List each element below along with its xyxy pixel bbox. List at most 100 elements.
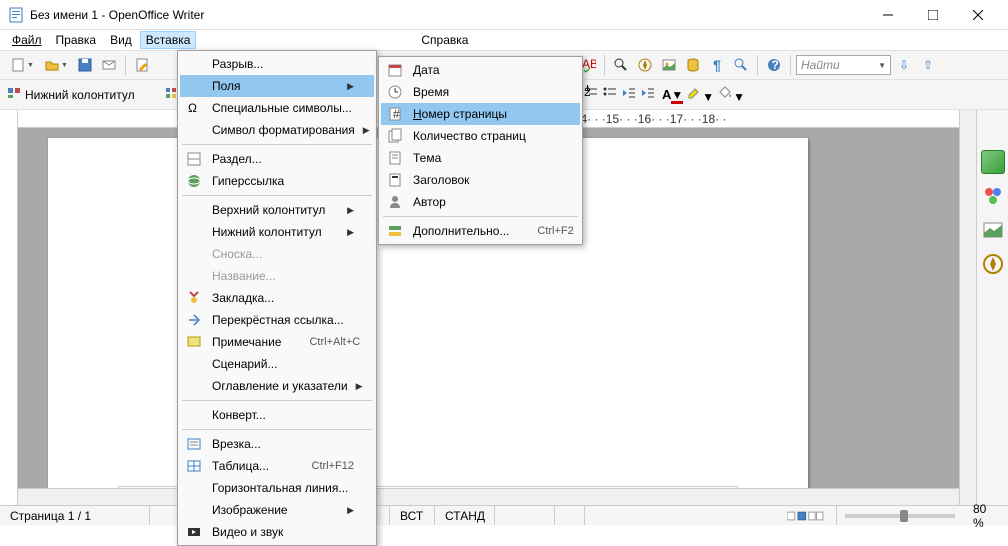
bookmark-icon (184, 290, 204, 306)
insert-hrule[interactable]: Горизонтальная линия... (180, 477, 374, 499)
insert-script[interactable]: Сценарий... (180, 353, 374, 375)
datasources-button[interactable] (682, 54, 704, 76)
gallery-button[interactable] (658, 54, 680, 76)
highlight-button[interactable]: ▼ (686, 85, 714, 104)
time-icon (385, 84, 405, 100)
vertical-scrollbar[interactable] (959, 110, 976, 505)
bg-color-button[interactable]: ▼ (717, 85, 745, 104)
media-icon (184, 524, 204, 540)
status-view-layout[interactable] (777, 506, 837, 525)
author-icon (385, 194, 405, 210)
svg-text:2: 2 (584, 85, 591, 99)
insert-table[interactable]: Таблица...Ctrl+F12 (180, 455, 374, 477)
statusbar: Страница 1 / 1 ВСТ СТАНД 80 % (0, 505, 1008, 525)
insert-break[interactable]: Разрыв... (180, 53, 374, 75)
field-subject[interactable]: Тема (381, 147, 580, 169)
field-other[interactable]: Дополнительно...Ctrl+F2 (381, 220, 580, 242)
menu-edit[interactable]: Правка (50, 31, 103, 49)
status-insert[interactable]: ВСТ (390, 506, 435, 525)
close-button[interactable] (955, 0, 1000, 29)
insert-caption[interactable]: Название... (180, 265, 374, 287)
app-icon (8, 7, 24, 23)
field-page-number[interactable]: #ННомер страницыомер страницы (381, 103, 580, 125)
section-icon (184, 151, 204, 167)
menu-insert[interactable]: Вставка (140, 31, 197, 49)
insert-envelope[interactable]: Конверт... (180, 404, 374, 426)
insert-note[interactable]: ПримечаниеCtrl+Alt+C (180, 331, 374, 353)
insert-footer[interactable]: Нижний колонтитул▶ (180, 221, 374, 243)
zoom-button[interactable] (730, 54, 752, 76)
field-page-count[interactable]: Количество страниц (381, 125, 580, 147)
side-properties-button[interactable] (981, 150, 1005, 174)
paragraph-style-combo[interactable]: Нижний колонтитул (25, 88, 160, 102)
find-prev-button[interactable]: ⇧ (917, 54, 939, 76)
find-input[interactable]: Найти▼ (796, 55, 891, 75)
svg-text:?: ? (772, 58, 779, 72)
email-button[interactable] (98, 54, 120, 76)
side-panel (976, 110, 1008, 505)
insert-frame[interactable]: Врезка... (180, 433, 374, 455)
styles-button[interactable] (6, 85, 22, 104)
side-styles-button[interactable] (981, 184, 1005, 208)
note-icon (184, 334, 204, 350)
save-button[interactable] (74, 54, 96, 76)
status-zoom[interactable]: 80 % (963, 506, 1008, 525)
zoom-slider[interactable] (845, 514, 955, 518)
insert-image[interactable]: Изображение▶ (180, 499, 374, 521)
edit-doc-button[interactable] (131, 54, 153, 76)
table-icon (184, 458, 204, 474)
field-author[interactable]: Автор (381, 191, 580, 213)
font-color-button[interactable]: A▼ (662, 87, 683, 102)
decrease-indent-button[interactable] (621, 85, 637, 104)
help-button[interactable]: ? (763, 54, 785, 76)
insert-dropdown: Разрыв... Поля▶ ΩСпециальные символы... … (177, 50, 377, 546)
find-next-button[interactable]: ⇩ (893, 54, 915, 76)
field-time[interactable]: Время (381, 81, 580, 103)
insert-hyperlink[interactable]: Гиперссылка (180, 170, 374, 192)
subject-icon (385, 150, 405, 166)
insert-header[interactable]: Верхний колонтитул▶ (180, 199, 374, 221)
horizontal-scrollbar[interactable] (18, 488, 959, 505)
insert-section[interactable]: Раздел... (180, 148, 374, 170)
insert-media[interactable]: Видео и звук (180, 521, 374, 543)
cross-ref-icon (184, 312, 204, 328)
insert-formatting-mark[interactable]: Символ форматирования▶ (180, 119, 374, 141)
other-fields-icon (385, 223, 405, 239)
bullet-list-button[interactable] (602, 85, 618, 104)
field-date[interactable]: Дата (381, 59, 580, 81)
numbered-list-button[interactable]: 12 (583, 85, 599, 104)
open-button[interactable]: ▼ (40, 54, 72, 76)
svg-text:Ω: Ω (188, 101, 197, 115)
minimize-button[interactable] (865, 0, 910, 29)
side-navigator-button[interactable] (981, 252, 1005, 276)
titlebar: Без имени 1 - OpenOffice Writer (0, 0, 1008, 30)
title-icon (385, 172, 405, 188)
insert-footnote[interactable]: Сноска... (180, 243, 374, 265)
field-title[interactable]: Заголовок (381, 169, 580, 191)
nonprinting-button[interactable]: ¶ (706, 54, 728, 76)
page-count-icon (385, 128, 405, 144)
navigator-button[interactable] (634, 54, 656, 76)
status-std[interactable]: СТАНД (435, 506, 495, 525)
page-number-icon: # (385, 106, 405, 122)
insert-cross-ref[interactable]: Перекрёстная ссылка... (180, 309, 374, 331)
insert-indexes[interactable]: Оглавление и указатели▶ (180, 375, 374, 397)
find-replace-button[interactable] (610, 54, 632, 76)
maximize-button[interactable] (910, 0, 955, 29)
date-icon (385, 62, 405, 78)
special-chars-icon: Ω (184, 100, 204, 116)
menu-view[interactable]: Вид (104, 31, 138, 49)
status-page[interactable]: Страница 1 / 1 (0, 506, 150, 525)
increase-indent-button[interactable] (640, 85, 656, 104)
new-button[interactable]: ▼ (6, 54, 38, 76)
svg-text:#: # (393, 107, 400, 121)
insert-bookmark[interactable]: Закладка... (180, 287, 374, 309)
window-title: Без имени 1 - OpenOffice Writer (30, 8, 865, 22)
insert-special-chars[interactable]: ΩСпециальные символы... (180, 97, 374, 119)
insert-fields[interactable]: Поля▶ (180, 75, 374, 97)
menu-file[interactable]: Файл (6, 31, 48, 49)
menu-help[interactable]: Справка (415, 31, 474, 49)
fields-submenu: Дата Время #ННомер страницыомер страницы… (378, 56, 583, 245)
side-gallery-button[interactable] (981, 218, 1005, 242)
vertical-ruler[interactable] (0, 110, 18, 505)
